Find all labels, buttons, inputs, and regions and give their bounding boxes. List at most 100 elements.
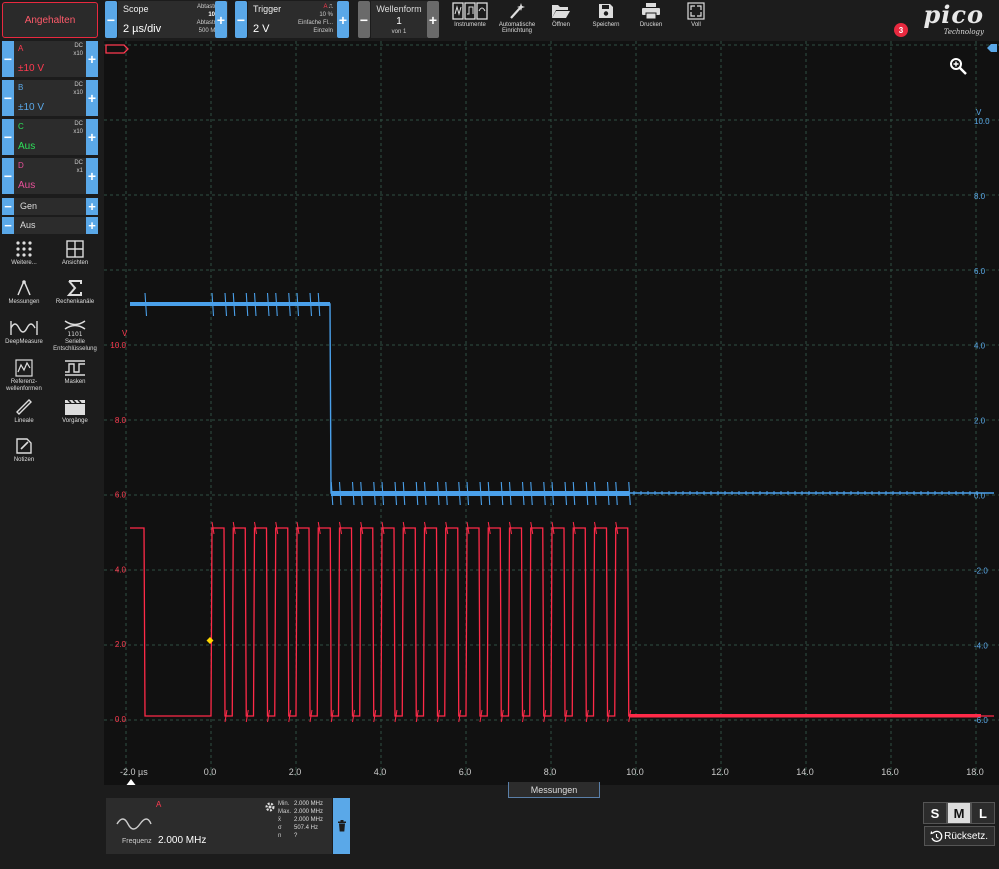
generator-state-control[interactable]: − Aus + — [2, 217, 98, 234]
left-tick-label: 10.0 — [110, 341, 126, 350]
waveform-next-button[interactable]: + — [427, 1, 439, 38]
scope-plot[interactable]: -2.0 µs 0.0 2.0 4.0 6.0 8.0 10.0 12.0 14.0 16.0 18… — [104, 41, 999, 785]
generator-state-increase-button[interactable]: + — [86, 217, 98, 234]
save-button[interactable]: Speichern — [583, 2, 629, 38]
channel-b-spike — [211, 292, 215, 317]
channel-b-increase-button[interactable]: + — [86, 80, 98, 116]
zoom-icon[interactable] — [950, 58, 967, 75]
notes-button[interactable]: Notizen — [0, 437, 48, 475]
timebase-decrease-button[interactable]: − — [105, 1, 117, 38]
more-button[interactable]: Weitere... — [0, 240, 48, 278]
size-small-button[interactable]: S — [923, 802, 947, 824]
open-button[interactable]: Öffnen — [538, 2, 584, 38]
waveform-title: Wellenform — [376, 4, 422, 14]
size-large-button[interactable]: L — [971, 802, 995, 824]
measurement-label: Frequenz — [122, 838, 152, 845]
run-stop-button[interactable]: Angehalten — [2, 2, 98, 38]
trigger-title: Trigger — [253, 4, 282, 14]
right-tick-label: 6.0 — [974, 267, 986, 276]
instruments-button[interactable]: Instrumente — [447, 2, 493, 38]
left-tick-label: 4.0 — [115, 565, 127, 574]
channel-b-spike — [436, 481, 440, 506]
trigger-decrease-button[interactable]: − — [235, 1, 247, 38]
instruments-icon — [452, 2, 488, 20]
timebase-increase-button[interactable]: + — [215, 1, 227, 38]
channel-c-control[interactable]: − C DC x10 Aus + — [2, 119, 98, 155]
channel-a-ruler-handle[interactable] — [105, 44, 129, 54]
deepmeasure-button[interactable]: DeepMeasure — [0, 319, 48, 357]
trigger-control[interactable]: Trigger 2 V A ⎍ 10 % Einfache Fl... Einz… — [248, 1, 337, 38]
stat-max-value: 2.000 MHz — [294, 809, 324, 815]
left-tick-label: 6.0 — [115, 491, 127, 500]
channel-a-decrease-button[interactable]: − — [2, 41, 14, 77]
channel-b-spike — [479, 481, 483, 506]
views-label: Ansichten — [61, 260, 89, 266]
notification-badge[interactable]: 3 — [894, 23, 908, 37]
channel-b-spike — [309, 292, 313, 317]
generator-control[interactable]: − Gen + — [2, 198, 98, 215]
gear-icon[interactable] — [264, 801, 276, 813]
stat-sigma-label: σ — [278, 825, 282, 831]
delete-measurement-button[interactable] — [333, 798, 350, 854]
fullscreen-button[interactable]: Voll — [673, 2, 719, 38]
auto-setup-button[interactable]: Automatische Einrichtung — [494, 2, 540, 38]
measurements-tab[interactable]: Messungen — [508, 782, 600, 798]
left-panel: − A DC x10 ±10 V + − B DC x10 ±10 V + − C … — [0, 41, 104, 869]
math-channels-button[interactable]: Rechenkanäle — [51, 279, 99, 317]
views-button[interactable]: Ansichten — [51, 240, 99, 278]
trigger-increase-button[interactable]: + — [337, 1, 349, 38]
trigger-position: 10 % — [319, 12, 333, 18]
channel-b-spike — [551, 481, 555, 506]
right-axis-unit: V — [976, 108, 982, 117]
trigger-marker[interactable] — [206, 637, 214, 644]
channel-c-decrease-button[interactable]: − — [2, 119, 14, 155]
reference-waveforms-button[interactable]: Referenz- wellenformen — [0, 359, 48, 397]
serial-decoding-button[interactable]: 1101 Serielle Entschlüsselung — [51, 319, 99, 357]
compass-icon — [17, 280, 31, 296]
channel-d-increase-button[interactable]: + — [86, 158, 98, 194]
channel-c-name: C — [18, 122, 24, 131]
actions-button[interactable]: Vorgänge — [51, 398, 99, 436]
history-icon — [930, 830, 943, 842]
measurement-card[interactable]: A Frequenz 2.000 MHz Min. 2.000 MHz Max. 2… — [106, 798, 332, 854]
channel-d-name: D — [18, 161, 24, 170]
channel-b-spike — [585, 481, 589, 506]
mask-icon — [65, 360, 85, 376]
print-button[interactable]: Drucken — [628, 2, 674, 38]
channel-a-trace — [130, 527, 994, 717]
masks-button[interactable]: Masken — [51, 359, 99, 397]
measurements-button[interactable]: Messungen — [0, 279, 48, 317]
rulers-label: Lineale — [14, 418, 34, 424]
stat-n-value: ? — [294, 833, 298, 839]
reset-label: Rücksetz. — [944, 830, 988, 842]
timebase-control[interactable]: Scope 2 µs/div Abtastung 10 kS Abtastrat… — [118, 1, 228, 38]
channel-b-control[interactable]: − B DC x10 ±10 V + — [2, 80, 98, 116]
generator-state-decrease-button[interactable]: − — [2, 217, 14, 234]
channel-c-range: Aus — [18, 141, 36, 152]
scope-title: Scope — [123, 4, 149, 14]
reset-button[interactable]: Rücksetz. — [924, 826, 995, 846]
size-medium-button[interactable]: M — [947, 802, 971, 824]
x-tick-label: 6.0 — [459, 767, 472, 777]
left-tick-label: 0.0 — [115, 715, 127, 724]
channel-c-increase-button[interactable]: + — [86, 119, 98, 155]
save-label: Speichern — [592, 22, 620, 28]
right-tick-label: -4.0 — [974, 641, 988, 650]
channel-a-coupling: DC — [74, 43, 83, 49]
channel-b-decrease-button[interactable]: − — [2, 80, 14, 116]
channel-b-spike — [224, 292, 228, 317]
sine-wave-icon — [116, 818, 152, 830]
rulers-button[interactable]: Lineale — [0, 398, 48, 436]
generator-increase-button[interactable]: + — [86, 198, 98, 215]
scope-view[interactable]: -2.0 µs 0.0 2.0 4.0 6.0 8.0 10.0 12.0 14.0 16.0 18… — [104, 41, 999, 785]
channel-d-decrease-button[interactable]: − — [2, 158, 14, 194]
waveform-prev-button[interactable]: − — [358, 1, 370, 38]
channel-a-control[interactable]: − A DC x10 ±10 V + — [2, 41, 98, 77]
channel-a-increase-button[interactable]: + — [86, 41, 98, 77]
notes-label: Notizen — [13, 457, 35, 463]
channel-d-control[interactable]: − D DC x1 Aus + — [2, 158, 98, 194]
dots-grid-icon — [16, 241, 32, 257]
generator-decrease-button[interactable]: − — [2, 198, 14, 215]
x-tick-label: 14.0 — [796, 767, 814, 777]
channel-d-coupling: DC — [74, 160, 83, 166]
